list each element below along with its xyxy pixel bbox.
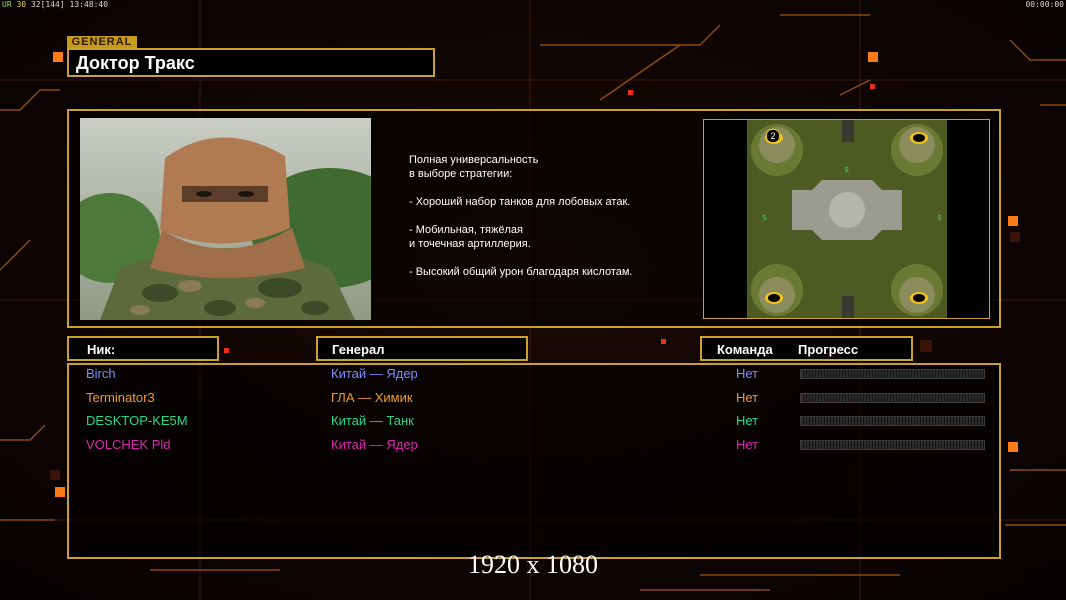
portrait-image <box>80 118 371 320</box>
start-position-marker: 2 <box>766 129 780 143</box>
team-progress-header: Команда Прогресс <box>700 336 913 361</box>
desc-line: и точечная артиллерия. <box>409 238 531 250</box>
team-header-label: Команда <box>717 342 773 357</box>
player-progress-bar <box>800 416 985 426</box>
desc-line: в выборе стратегии: <box>409 168 513 180</box>
player-nick: DESKTOP-KE5M <box>86 413 188 428</box>
map-image: $ $ $ <box>704 120 989 318</box>
desc-line: - Мобильная, тяжёлая <box>409 224 523 236</box>
player-row: Terminator3 ГЛА — Химик Нет <box>0 390 1066 410</box>
stat-value: 32 <box>30 0 41 9</box>
desc-line: - Хороший набор танков для лобовых атак. <box>409 196 631 208</box>
nick-header: Ник: <box>67 336 219 361</box>
player-progress-bar <box>800 393 985 403</box>
player-row: VOLCHEK Pld Китай — Ядер Нет <box>0 437 1066 457</box>
player-nick: Birch <box>86 366 116 381</box>
player-team[interactable]: Нет <box>736 413 758 428</box>
general-name: Доктор Тракс <box>76 53 195 73</box>
svg-text:$: $ <box>844 165 849 174</box>
player-general[interactable]: Китай — Танк <box>331 413 414 428</box>
stats-prefix: UR <box>2 0 12 9</box>
game-timer: 00:00:00 <box>1025 0 1064 9</box>
map-preview: $ $ $ 2 <box>703 119 990 319</box>
player-team[interactable]: Нет <box>736 366 758 381</box>
svg-text:$: $ <box>762 213 767 222</box>
player-progress-bar <box>800 369 985 379</box>
progress-header-label: Прогресс <box>798 342 859 357</box>
player-general[interactable]: Китай — Ядер <box>331 366 418 381</box>
player-team[interactable]: Нет <box>736 390 758 405</box>
general-tag: GENERAL <box>67 36 137 48</box>
player-general[interactable]: Китай — Ядер <box>331 437 418 452</box>
general-header: Генерал <box>316 336 528 361</box>
general-title-box: Доктор Тракс <box>67 48 435 77</box>
player-progress-bar <box>800 440 985 450</box>
desc-line: Полная универсальность <box>409 154 539 166</box>
general-description: Полная универсальность в выборе стратеги… <box>409 153 689 279</box>
general-header-label: Генерал <box>332 342 385 357</box>
player-row: DESKTOP-KE5M Китай — Танк Нет <box>0 413 1066 433</box>
desc-line: - Высокий общий урон благодаря кислотам. <box>409 266 633 278</box>
stat-bracket: [144] <box>40 0 65 9</box>
player-general[interactable]: ГЛА — Химик <box>331 390 413 405</box>
clock: 13:48:40 <box>69 0 109 9</box>
fps-value: 30 <box>16 0 27 9</box>
general-portrait <box>80 118 371 320</box>
nick-header-label: Ник: <box>87 342 116 357</box>
resolution-label: 1920 x 1080 <box>468 550 598 579</box>
debug-stats: UR 30 32[144] 13:48:40 <box>2 0 108 9</box>
player-nick: VOLCHEK Pld <box>86 437 171 452</box>
svg-text:$: $ <box>937 213 942 222</box>
player-nick: Terminator3 <box>86 390 155 405</box>
player-row: Birch Китай — Ядер Нет <box>0 366 1066 386</box>
player-team[interactable]: Нет <box>736 437 758 452</box>
